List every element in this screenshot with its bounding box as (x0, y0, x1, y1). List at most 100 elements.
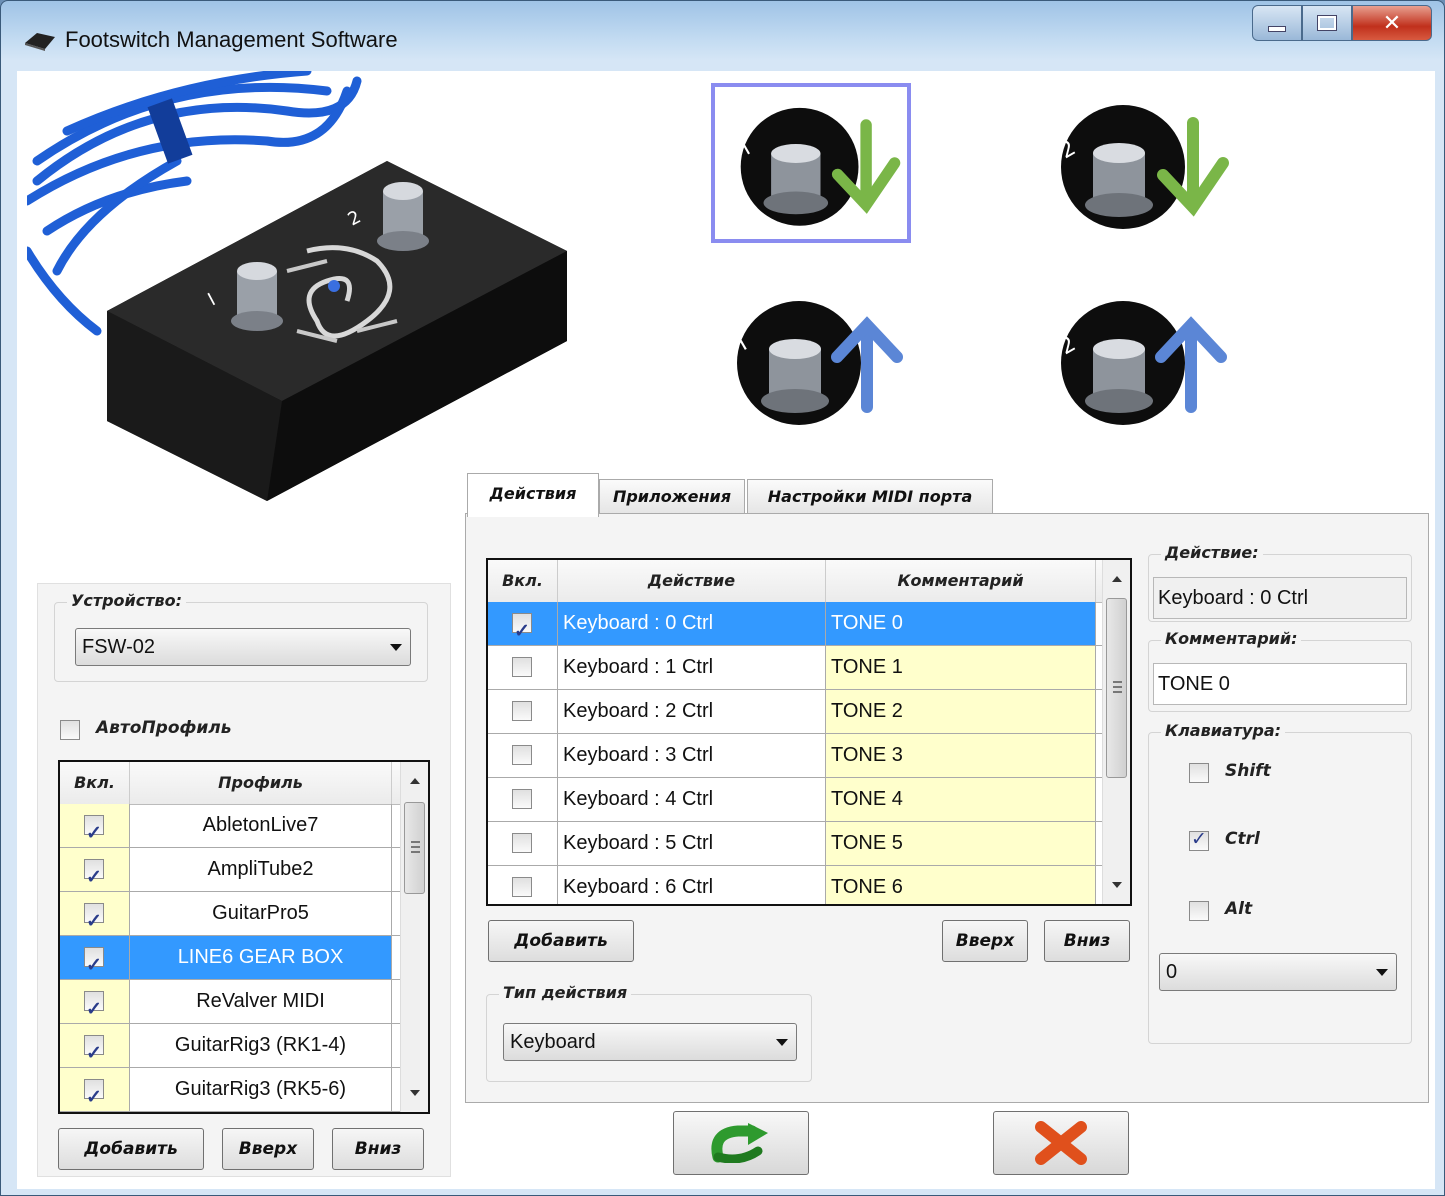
row-profile-name: ReValver MIDI (130, 980, 392, 1023)
row-enabled-checkbox[interactable] (512, 701, 532, 721)
scroll-thumb[interactable] (404, 802, 425, 894)
row-enabled-cell (60, 1068, 130, 1111)
pedal-1-down[interactable]: I (711, 83, 911, 243)
row-enabled-cell (488, 866, 558, 904)
action-add-button[interactable]: Добавить (488, 920, 634, 962)
row-enabled-checkbox[interactable] (84, 988, 104, 1023)
table-row[interactable]: AmpliTube2 (60, 848, 400, 892)
row-enabled-checkbox[interactable] (512, 745, 532, 765)
row-enabled-checkbox[interactable] (512, 789, 532, 809)
pedal-2-up[interactable]: 2 (1035, 279, 1235, 439)
auto-profile-checkbox[interactable] (60, 720, 80, 740)
table-row[interactable]: Keyboard : 0 CtrlTONE 0 (488, 602, 1102, 646)
profiles-grid: Вкл. Профиль AbletonLive7AmpliTube2Guita… (58, 760, 430, 1114)
header-comment[interactable]: Комментарий (826, 560, 1096, 602)
apply-button[interactable] (673, 1111, 809, 1175)
chevron-down-icon (776, 1039, 788, 1046)
ctrl-label: Ctrl (1225, 829, 1260, 849)
minimize-button[interactable] (1252, 5, 1302, 41)
actions-grid: Вкл. Действие Комментарий Keyboard : 0 C… (486, 558, 1132, 906)
minimize-icon (1268, 26, 1286, 32)
row-action: Keyboard : 1 Ctrl (558, 646, 826, 689)
scroll-up-icon[interactable] (1112, 576, 1122, 582)
row-enabled-checkbox[interactable] (84, 856, 104, 891)
cancel-x-icon (1035, 1121, 1087, 1165)
key-select[interactable]: 0 (1159, 953, 1397, 991)
row-profile-name: GuitarPro5 (130, 892, 392, 935)
header-action[interactable]: Действие (558, 560, 826, 602)
action-down-button[interactable]: Вниз (1044, 920, 1130, 962)
row-profile-name: AmpliTube2 (130, 848, 392, 891)
main-window: Footswitch Management Software ✕ I 2 I 2… (0, 0, 1445, 1196)
table-row[interactable]: AbletonLive7 (60, 804, 400, 848)
shift-label: Shift (1225, 761, 1271, 781)
table-row[interactable]: ReValver MIDI (60, 980, 400, 1024)
row-enabled-cell (60, 1024, 130, 1067)
row-enabled-checkbox[interactable] (84, 944, 104, 979)
title-bar[interactable]: Footswitch Management Software ✕ (1, 1, 1444, 71)
actions-scrollbar[interactable] (1102, 560, 1130, 904)
action-up-button[interactable]: Вверх (942, 920, 1028, 962)
cancel-button[interactable] (993, 1111, 1129, 1175)
table-row[interactable]: GuitarRig3 (RK1-4) (60, 1024, 400, 1068)
row-enabled-checkbox[interactable] (512, 610, 532, 645)
device-select[interactable]: FSW-02 (75, 628, 411, 666)
action-type-value: Keyboard (510, 1031, 596, 1053)
maximize-button[interactable] (1302, 5, 1352, 41)
header-enabled[interactable]: Вкл. (60, 762, 130, 804)
table-row[interactable]: Keyboard : 2 Ctrl TONE 2 (488, 690, 1102, 734)
row-enabled-cell (60, 892, 130, 935)
row-enabled-cell (60, 980, 130, 1023)
row-action: Keyboard : 0 Ctrl (558, 602, 826, 645)
profile-add-button[interactable]: Добавить (58, 1128, 204, 1170)
header-enabled[interactable]: Вкл. (488, 560, 558, 602)
scroll-thumb[interactable] (1106, 598, 1127, 778)
row-comment: TONE 2 (826, 690, 1096, 733)
comment-input[interactable]: TONE 0 (1153, 663, 1407, 705)
scroll-down-icon[interactable] (1112, 882, 1122, 888)
table-row[interactable]: Keyboard : 4 Ctrl TONE 4 (488, 778, 1102, 822)
profiles-scrollbar[interactable] (400, 762, 428, 1112)
row-enabled-checkbox[interactable] (84, 1032, 104, 1067)
row-enabled-checkbox[interactable] (84, 1076, 104, 1111)
row-enabled-cell (488, 602, 558, 645)
row-enabled-checkbox[interactable] (512, 877, 532, 897)
table-row[interactable]: GuitarRig3 (RK5-6) (60, 1068, 400, 1112)
header-profile[interactable]: Профиль (130, 762, 392, 804)
footswitch-device-image: I 2 (27, 71, 567, 501)
profile-down-button[interactable]: Вниз (332, 1128, 424, 1170)
table-row[interactable]: Keyboard : 6 Ctrl TONE 6 (488, 866, 1102, 904)
row-enabled-checkbox[interactable] (512, 833, 532, 853)
shift-checkbox[interactable] (1189, 763, 1209, 783)
table-row[interactable]: LINE6 GEAR BOX (60, 936, 400, 980)
table-row[interactable]: Keyboard : 1 Ctrl TONE 1 (488, 646, 1102, 690)
row-enabled-checkbox[interactable] (84, 900, 104, 935)
chevron-down-icon (390, 644, 402, 651)
close-button[interactable]: ✕ (1352, 5, 1432, 41)
row-enabled-checkbox[interactable] (512, 657, 532, 677)
pedal-1-up[interactable]: I (711, 279, 911, 439)
keyboard-title: Клавиатура: (1161, 721, 1286, 740)
tab-midi-settings[interactable]: Настройки MIDI порта (747, 479, 993, 515)
alt-checkbox[interactable] (1189, 901, 1209, 921)
table-row[interactable]: Keyboard : 5 Ctrl TONE 5 (488, 822, 1102, 866)
row-comment: TONE 0 (826, 602, 1096, 645)
window-title: Footswitch Management Software (65, 27, 398, 52)
table-row[interactable]: Keyboard : 3 Ctrl TONE 3 (488, 734, 1102, 778)
tab-actions[interactable]: Действия (467, 473, 599, 517)
action-type-select[interactable]: Keyboard (503, 1023, 797, 1061)
client-area: I 2 I 2 I 2 Устройство: FSW-02 АвтоПрофи… (17, 71, 1435, 1189)
scroll-down-icon[interactable] (410, 1090, 420, 1096)
row-enabled-cell (488, 822, 558, 865)
profile-up-button[interactable]: Вверх (222, 1128, 314, 1170)
tab-applications[interactable]: Приложения (599, 479, 745, 515)
row-enabled-cell (488, 646, 558, 689)
row-enabled-cell (488, 690, 558, 733)
actions-tab-page: Вкл. Действие Комментарий Keyboard : 0 C… (465, 513, 1429, 1103)
key-select-value: 0 (1166, 961, 1178, 983)
ctrl-checkbox[interactable] (1189, 828, 1209, 851)
scroll-up-icon[interactable] (410, 778, 420, 784)
row-enabled-checkbox[interactable] (84, 812, 104, 847)
table-row[interactable]: GuitarPro5 (60, 892, 400, 936)
pedal-2-down[interactable]: 2 (1035, 83, 1235, 243)
